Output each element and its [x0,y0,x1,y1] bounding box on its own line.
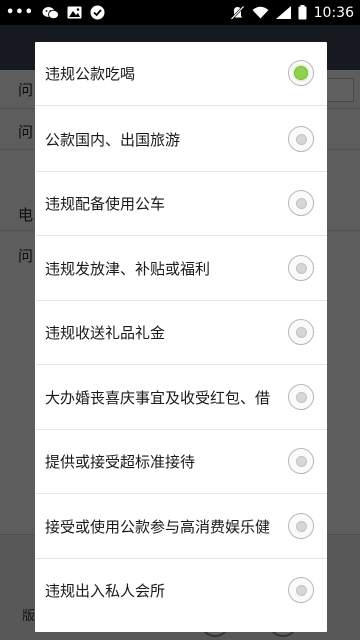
option-item[interactable]: 公款国内、出国旅游 [35,108,327,172]
option-label: 违规收送礼品礼金 [45,324,166,342]
radio-button[interactable] [288,126,314,152]
option-label: 提供或接受超标准接待 [45,453,196,471]
radio-button[interactable] [288,577,314,603]
option-item[interactable]: 违规公款吃喝 [35,42,327,106]
status-bar-right: 10:36 [230,0,360,25]
option-item[interactable]: 违规收送礼品礼金 [35,301,327,365]
radio-button[interactable] [288,513,314,539]
radio-button[interactable] [288,60,314,86]
option-label: 违规配备使用公车 [45,195,166,213]
screen: ••• 10:36 违规公款吃喝 公款国内、出国旅游 违规配备使用公车 违规发放… [0,0,360,640]
more-dots-icon: ••• [6,5,34,20]
radio-dot-icon [295,455,307,467]
option-item[interactable]: 违规出入私人会所 [35,559,327,623]
option-item[interactable]: 违规配备使用公车 [35,172,327,236]
radio-dot-icon [295,520,307,532]
wifi-icon [252,6,269,19]
option-item[interactable]: 提供或接受超标准接待 [35,430,327,494]
radio-dot-icon [295,262,307,274]
option-label: 接受或使用公款参与高消费娱乐健 [45,518,271,536]
battery-icon [298,5,307,20]
option-label: 违规发放津、补贴或福利 [45,260,211,278]
status-bar-left: ••• [0,0,105,25]
option-label: 大办婚丧喜庆事宜及收受红包、借 [45,389,271,407]
radio-dot-icon [295,584,307,596]
status-bar: ••• 10:36 [0,0,360,25]
radio-dot-icon [295,326,307,338]
option-item[interactable]: 接受或使用公款参与高消费娱乐健 [35,495,327,559]
option-label: 违规出入私人会所 [45,582,166,600]
radio-dot-icon [294,66,308,80]
mute-icon [230,5,245,20]
option-dialog: 违规公款吃喝 公款国内、出国旅游 违规配备使用公车 违规发放津、补贴或福利 违规… [35,42,327,632]
radio-button[interactable] [288,190,314,216]
radio-button[interactable] [288,319,314,345]
option-label: 公款国内、出国旅游 [45,131,181,149]
option-item[interactable]: 大办婚丧喜庆事宜及收受红包、借 [35,366,327,430]
option-item[interactable]: 违规发放津、补贴或福利 [35,237,327,301]
radio-dot-icon [295,197,307,209]
radio-dot-icon [295,133,307,145]
wechat-icon [42,6,59,20]
radio-button[interactable] [288,448,314,474]
radio-button[interactable] [288,255,314,281]
signal-icon [275,6,291,19]
option-label: 违规公款吃喝 [45,65,136,83]
radio-button[interactable] [288,384,314,410]
clock-time: 10:36 [313,4,354,21]
image-icon [67,6,82,19]
radio-dot-icon [295,391,307,403]
check-circle-icon [90,5,105,20]
